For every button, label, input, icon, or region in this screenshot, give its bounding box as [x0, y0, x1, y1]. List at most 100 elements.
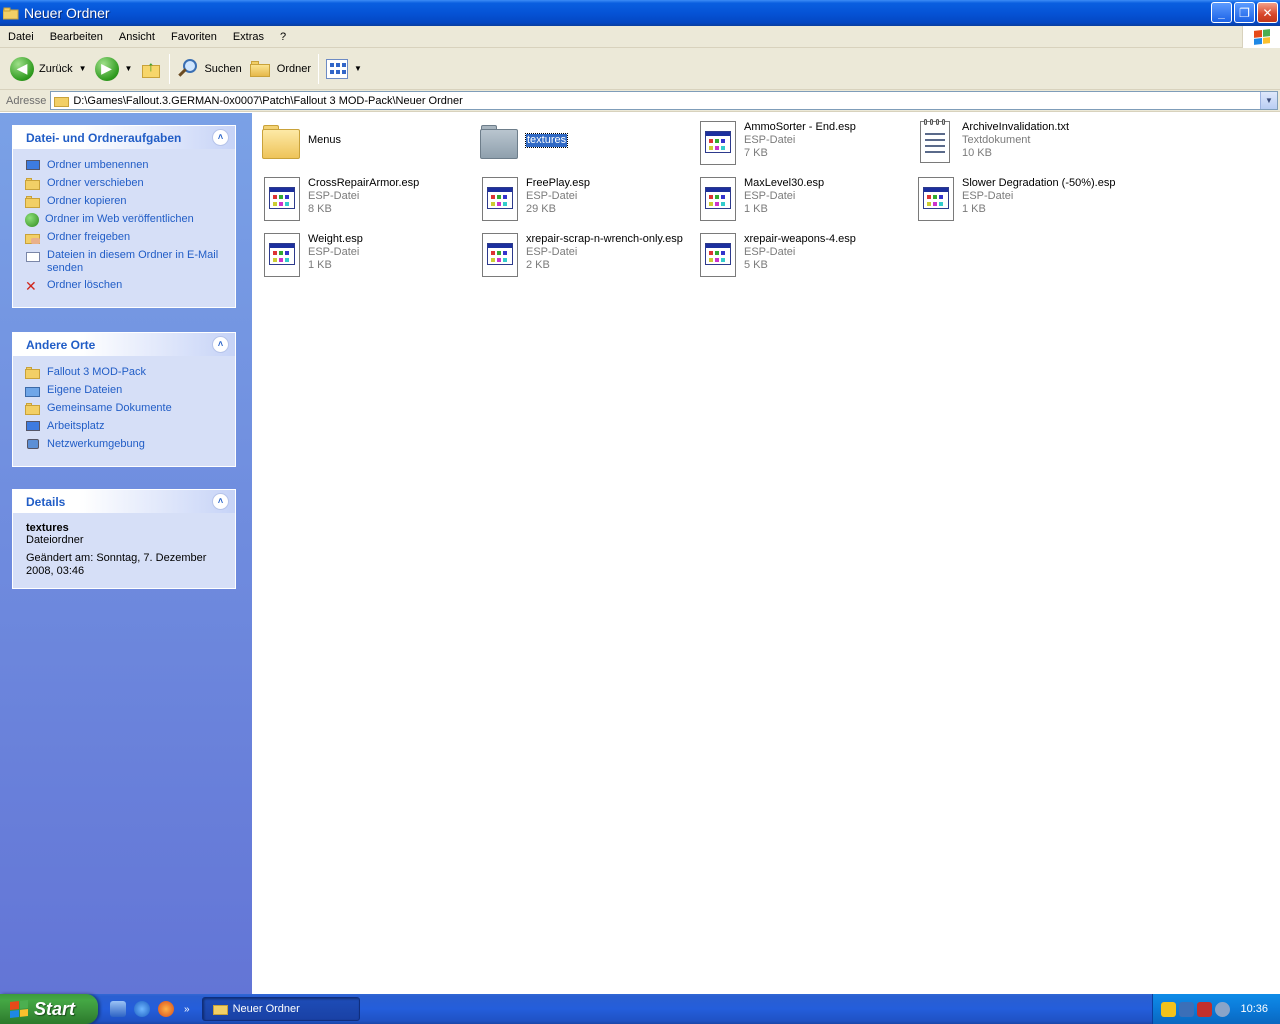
file-size: 29 KB — [526, 203, 556, 215]
other-places-panel: Andere Orte ˄ Fallout 3 MOD-Pack Eigene … — [12, 332, 236, 467]
esp-file-icon — [478, 231, 522, 279]
panel-title: Andere Orte — [26, 337, 96, 352]
details-panel: Details ˄ textures Dateiordner Geändert … — [12, 489, 236, 589]
antivirus-icon[interactable] — [1197, 1001, 1212, 1017]
place-arbeitsplatz[interactable]: Arbeitsplatz — [25, 420, 225, 434]
volume-icon[interactable] — [1215, 1001, 1230, 1017]
file-name: CrossRepairArmor.esp — [308, 177, 420, 189]
back-button[interactable]: ◀ Zurück ▼ — [6, 51, 91, 87]
views-dropdown-icon[interactable]: ▼ — [354, 64, 362, 73]
forward-button[interactable]: ▶ ▼ — [91, 51, 137, 87]
quick-launch-more-icon[interactable]: » — [184, 1004, 190, 1015]
move-folder-icon — [25, 177, 41, 191]
start-label: Start — [34, 998, 76, 1019]
file-name: Weight.esp — [308, 233, 363, 245]
close-button[interactable]: ✕ — [1257, 2, 1278, 23]
panel-title: Datei- und Ordneraufgaben — [26, 130, 182, 145]
views-button[interactable]: ▼ — [322, 51, 366, 87]
search-button[interactable]: Suchen — [173, 51, 245, 87]
windows-logo-icon — [10, 1000, 28, 1018]
toolbar-separator — [169, 53, 171, 84]
place-label: Gemeinsame Dokumente — [47, 402, 172, 414]
show-desktop-icon[interactable] — [110, 1001, 126, 1017]
file-item[interactable]: CrossRepairArmor.esp ESP-Datei 8 KB — [260, 175, 475, 227]
file-name: FreePlay.esp — [526, 177, 590, 189]
title-bar[interactable]: Neuer Ordner _ ❐ ✕ — [0, 0, 1280, 26]
details-type: Dateiordner — [26, 534, 84, 546]
task-label: Ordner löschen — [47, 279, 123, 291]
firefox-icon[interactable] — [158, 1001, 174, 1017]
menu-extras[interactable]: Extras — [225, 31, 272, 43]
details-header[interactable]: Details ˄ — [13, 490, 235, 513]
menu-favoriten[interactable]: Favoriten — [163, 31, 225, 43]
place-label: Arbeitsplatz — [47, 420, 105, 432]
address-input[interactable]: D:\Games\Fallout.3.GERMAN-0x0007\Patch\F… — [50, 91, 1278, 110]
menu-help[interactable]: ? — [272, 31, 294, 43]
address-dropdown-icon[interactable]: ▼ — [1260, 92, 1277, 109]
task-share-folder[interactable]: Ordner freigeben — [25, 231, 225, 245]
up-button[interactable]: ↑ — [136, 51, 166, 87]
collapse-chevron-icon[interactable]: ˄ — [212, 493, 229, 510]
file-item[interactable]: ArchiveInvalidation.txt Textdokument 10 … — [914, 119, 1129, 171]
task-delete-folder[interactable]: ✕ Ordner löschen — [25, 279, 225, 293]
forward-dropdown-icon[interactable]: ▼ — [125, 64, 133, 73]
file-item[interactable]: MaxLevel30.esp ESP-Datei 1 KB — [696, 175, 911, 227]
file-size: 2 KB — [526, 259, 550, 271]
file-type: ESP-Datei — [308, 246, 360, 258]
file-item[interactable]: Menus — [260, 119, 475, 171]
taskbar-item-neuer-ordner[interactable]: Neuer Ordner — [201, 997, 360, 1021]
network-tray-icon[interactable] — [1179, 1001, 1194, 1017]
task-publish-web[interactable]: Ordner im Web veröffentlichen — [25, 213, 225, 227]
place-netzwerkumgebung[interactable]: Netzwerkumgebung — [25, 438, 225, 452]
file-item[interactable]: Weight.esp ESP-Datei 1 KB — [260, 231, 475, 283]
task-label: Dateien in diesem Ordner in E-Mail sende… — [47, 249, 219, 274]
file-type: Textdokument — [962, 134, 1031, 146]
file-item[interactable]: xrepair-scrap-n-wrench-only.esp ESP-Date… — [478, 231, 693, 283]
start-button[interactable]: Start — [0, 994, 98, 1024]
menu-datei[interactable]: Datei — [0, 31, 42, 43]
security-shield-icon[interactable] — [1161, 1001, 1176, 1017]
file-size: 1 KB — [962, 203, 986, 215]
taskbar-item-label: Neuer Ordner — [232, 1003, 300, 1015]
place-label: Eigene Dateien — [47, 384, 123, 396]
file-item[interactable]: xrepair-weapons-4.esp ESP-Datei 5 KB — [696, 231, 911, 283]
file-type: ESP-Datei — [744, 246, 796, 258]
windows-logo-icon — [1242, 26, 1280, 48]
task-pane: Datei- und Ordneraufgaben ˄ Ordner umben… — [0, 113, 252, 994]
other-places-header[interactable]: Andere Orte ˄ — [13, 333, 235, 356]
back-dropdown-icon[interactable]: ▼ — [79, 64, 87, 73]
task-copy-folder[interactable]: Ordner kopieren — [25, 195, 225, 209]
file-view[interactable]: Menus textures AmmoSorter - End.esp ESP-… — [252, 113, 1280, 994]
place-label: Netzwerkumgebung — [47, 438, 145, 450]
search-icon — [177, 58, 199, 80]
folder-icon — [478, 119, 522, 167]
views-icon — [326, 58, 349, 79]
file-item-selected[interactable]: textures — [478, 119, 693, 171]
my-documents-icon — [25, 384, 41, 398]
menu-ansicht[interactable]: Ansicht — [111, 31, 163, 43]
file-name: Menus — [308, 134, 342, 146]
folders-button[interactable]: Ordner — [246, 51, 315, 87]
place-eigene-dateien[interactable]: Eigene Dateien — [25, 384, 225, 398]
collapse-chevron-icon[interactable]: ˄ — [212, 336, 229, 353]
file-size: 7 KB — [744, 147, 768, 159]
shared-documents-icon — [25, 402, 41, 416]
file-size: 10 KB — [962, 147, 992, 159]
file-item[interactable]: Slower Degradation (-50%).esp ESP-Datei … — [914, 175, 1129, 227]
place-fallout-mod-pack[interactable]: Fallout 3 MOD-Pack — [25, 366, 225, 380]
task-move-folder[interactable]: Ordner verschieben — [25, 177, 225, 191]
file-item[interactable]: FreePlay.esp ESP-Datei 29 KB — [478, 175, 693, 227]
place-label: Fallout 3 MOD-Pack — [47, 366, 147, 378]
details-name: textures — [26, 522, 69, 534]
task-label: Ordner umbenennen — [47, 159, 149, 171]
menu-bearbeiten[interactable]: Bearbeiten — [42, 31, 111, 43]
collapse-chevron-icon[interactable]: ˄ — [212, 129, 229, 146]
internet-explorer-icon[interactable] — [134, 1001, 150, 1017]
task-rename-folder[interactable]: Ordner umbenennen — [25, 159, 225, 173]
minimize-button[interactable]: _ — [1211, 2, 1232, 23]
file-item[interactable]: AmmoSorter - End.esp ESP-Datei 7 KB — [696, 119, 911, 171]
file-folder-tasks-header[interactable]: Datei- und Ordneraufgaben ˄ — [13, 126, 235, 149]
place-gemeinsame-dokumente[interactable]: Gemeinsame Dokumente — [25, 402, 225, 416]
maximize-button[interactable]: ❐ — [1234, 2, 1255, 23]
task-email-files[interactable]: Dateien in diesem Ordner in E-Mail sende… — [25, 249, 225, 275]
